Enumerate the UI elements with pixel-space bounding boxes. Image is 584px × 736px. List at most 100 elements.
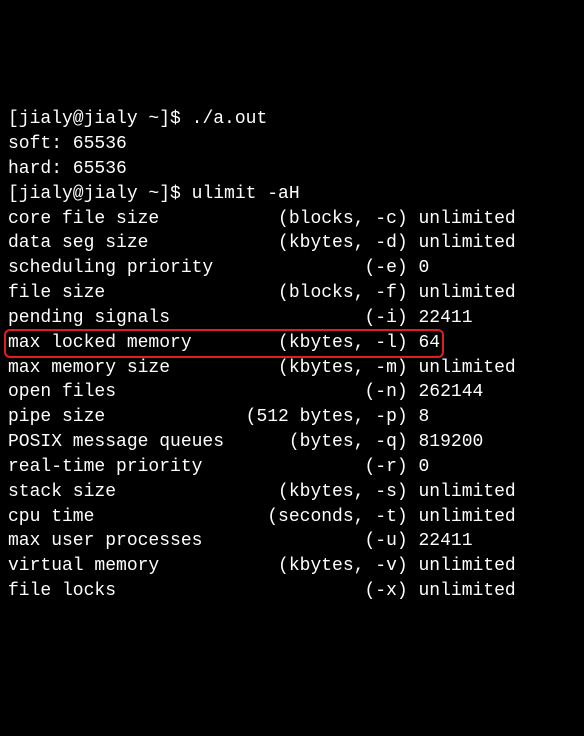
ulimit-row: real-time priority (-r) 0 (8, 455, 576, 480)
ulimit-units: (-n) (246, 382, 408, 402)
ulimit-name: scheduling priority (8, 258, 246, 278)
ulimit-name: stack size (8, 482, 246, 502)
command-text: ./a.out (192, 109, 268, 129)
ulimit-name: open files (8, 382, 246, 402)
ulimit-value: 262144 (418, 382, 483, 402)
ulimit-row: scheduling priority (-e) 0 (8, 256, 576, 281)
ulimit-row-content: max user processes (-u) 22411 (8, 531, 473, 551)
ulimit-row-content: max memory size (kbytes, -m) unlimited (8, 358, 516, 378)
ulimit-units: (blocks, -c) (246, 209, 408, 229)
ulimit-units: (-x) (246, 581, 408, 601)
ulimit-row-content: core file size (blocks, -c) unlimited (8, 209, 516, 229)
spacer (408, 382, 419, 402)
ulimit-row-content: virtual memory (kbytes, -v) unlimited (8, 556, 516, 576)
ulimit-row-content: POSIX message queues (bytes, -q) 819200 (8, 432, 483, 452)
ulimit-value: 0 (418, 457, 429, 477)
shell-prompt: [jialy@jialy ~]$ (8, 184, 192, 204)
ulimit-name: real-time priority (8, 457, 246, 477)
ulimit-name: core file size (8, 209, 246, 229)
ulimit-units: (kbytes, -l) (246, 333, 408, 353)
ulimit-value: unlimited (418, 358, 515, 378)
ulimit-row-content: pending signals (-i) 22411 (8, 308, 473, 328)
ulimit-name: virtual memory (8, 556, 246, 576)
ulimit-row-content: file size (blocks, -f) unlimited (8, 283, 516, 303)
spacer (408, 556, 419, 576)
spacer (408, 432, 419, 452)
ulimit-row: stack size (kbytes, -s) unlimited (8, 480, 576, 505)
ulimit-units: (kbytes, -v) (246, 556, 408, 576)
spacer (408, 482, 419, 502)
ulimit-name: data seg size (8, 233, 246, 253)
ulimit-value: unlimited (418, 581, 515, 601)
ulimit-value: 64 (418, 333, 440, 353)
ulimit-row: core file size (blocks, -c) unlimited (8, 207, 576, 232)
spacer (408, 283, 419, 303)
spacer (408, 233, 419, 253)
ulimit-name: max user processes (8, 531, 246, 551)
ulimit-value: unlimited (418, 233, 515, 253)
ulimit-row: virtual memory (kbytes, -v) unlimited (8, 554, 576, 579)
spacer (408, 507, 419, 527)
ulimit-units: (512 bytes, -p) (246, 407, 408, 427)
output-soft: soft: 65536 (8, 132, 576, 157)
ulimit-units: (-e) (246, 258, 408, 278)
terminal-output[interactable]: [jialy@jialy ~]$ ./a.out soft: 65536hard:… (8, 107, 576, 604)
ulimit-row: max memory size (kbytes, -m) unlimited (8, 356, 576, 381)
spacer (408, 209, 419, 229)
spacer (408, 333, 419, 353)
ulimit-row-content: open files (-n) 262144 (8, 382, 483, 402)
spacer (408, 531, 419, 551)
ulimit-units: (blocks, -f) (246, 283, 408, 303)
ulimit-units: (kbytes, -s) (246, 482, 408, 502)
ulimit-row-content: pipe size (512 bytes, -p) 8 (8, 407, 429, 427)
ulimit-row: file size (blocks, -f) unlimited (8, 281, 576, 306)
ulimit-units: (-i) (246, 308, 408, 328)
ulimit-units: (-u) (246, 531, 408, 551)
shell-prompt: [jialy@jialy ~]$ (8, 109, 192, 129)
spacer (408, 407, 419, 427)
ulimit-row-content: stack size (kbytes, -s) unlimited (8, 482, 516, 502)
spacer (408, 358, 419, 378)
ulimit-units: (bytes, -q) (246, 432, 408, 452)
ulimit-units: (seconds, -t) (246, 507, 408, 527)
ulimit-row-content: scheduling priority (-e) 0 (8, 258, 429, 278)
ulimit-name: pending signals (8, 308, 246, 328)
spacer (408, 581, 419, 601)
ulimit-row-content: cpu time (seconds, -t) unlimited (8, 507, 516, 527)
command-line-2: [jialy@jialy ~]$ ulimit -aH (8, 182, 576, 207)
output-hard: hard: 65536 (8, 157, 576, 182)
ulimit-name: file locks (8, 581, 246, 601)
ulimit-row: data seg size (kbytes, -d) unlimited (8, 231, 576, 256)
ulimit-row: open files (-n) 262144 (8, 380, 576, 405)
ulimit-value: 22411 (418, 531, 472, 551)
ulimit-units: (kbytes, -m) (246, 358, 408, 378)
ulimit-row: file locks (-x) unlimited (8, 579, 576, 604)
spacer (408, 308, 419, 328)
ulimit-row-content: file locks (-x) unlimited (8, 581, 516, 601)
ulimit-name: max locked memory (8, 333, 246, 353)
ulimit-value: 819200 (418, 432, 483, 452)
ulimit-name: pipe size (8, 407, 246, 427)
ulimit-units: (-r) (246, 457, 408, 477)
ulimit-row-content: max locked memory (kbytes, -l) 64 (8, 331, 440, 356)
ulimit-value: unlimited (418, 283, 515, 303)
ulimit-value: unlimited (418, 507, 515, 527)
ulimit-row-content: data seg size (kbytes, -d) unlimited (8, 233, 516, 253)
ulimit-row: POSIX message queues (bytes, -q) 819200 (8, 430, 576, 455)
ulimit-row: max user processes (-u) 22411 (8, 529, 576, 554)
ulimit-value: 0 (418, 258, 429, 278)
ulimit-row: max locked memory (kbytes, -l) 64 (8, 331, 576, 356)
ulimit-value: unlimited (418, 209, 515, 229)
spacer (408, 457, 419, 477)
spacer (408, 258, 419, 278)
ulimit-row: pipe size (512 bytes, -p) 8 (8, 405, 576, 430)
command-text: ulimit -aH (192, 184, 300, 204)
ulimit-name: POSIX message queues (8, 432, 246, 452)
ulimit-name: cpu time (8, 507, 246, 527)
ulimit-value: 8 (418, 407, 429, 427)
ulimit-units: (kbytes, -d) (246, 233, 408, 253)
ulimit-value: unlimited (418, 482, 515, 502)
ulimit-row: pending signals (-i) 22411 (8, 306, 576, 331)
ulimit-name: max memory size (8, 358, 246, 378)
ulimit-value: unlimited (418, 556, 515, 576)
